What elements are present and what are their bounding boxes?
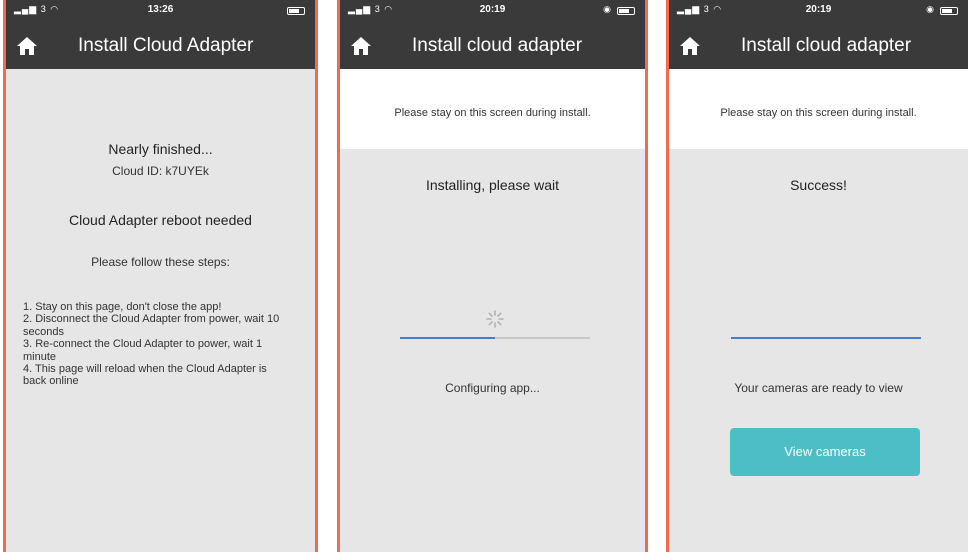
notice-bar: Please stay on this screen during instal… <box>340 69 645 149</box>
status-bar: ▂▄▆ 3 ◠ 13:26 <box>6 0 315 23</box>
battery-icon <box>940 7 958 15</box>
progress-fill <box>731 337 921 339</box>
status-time: 20:19 <box>479 4 506 15</box>
nearly-finished-heading: Nearly finished... <box>108 141 213 157</box>
step-item: 2. Disconnect the Cloud Adapter from pow… <box>23 313 280 338</box>
install-progress-bar <box>731 337 921 339</box>
configuring-status: Configuring app... <box>445 381 540 395</box>
phone-screen-installing: ▂▄▆ 3 ◠ 20:19 ◉ Install cloud adapter Pl… <box>337 0 648 552</box>
battery-icon <box>287 7 305 15</box>
progress-fill <box>400 337 495 339</box>
loading-spinner-icon <box>486 310 504 328</box>
status-bar: ▂▄▆ 3 ◠ 20:19 ◉ <box>340 0 645 23</box>
page-title: Install Cloud Adapter <box>78 35 254 56</box>
follow-steps-label: Please follow these steps: <box>91 255 230 269</box>
reboot-needed-heading: Cloud Adapter reboot needed <box>69 212 252 228</box>
orientation-lock-icon: ◉ <box>603 4 611 14</box>
stay-on-screen-notice: Please stay on this screen during instal… <box>720 107 917 119</box>
view-cameras-button[interactable]: View cameras <box>730 428 920 476</box>
nav-bar: Install cloud adapter <box>340 23 645 69</box>
home-icon[interactable] <box>350 36 372 56</box>
notice-bar: Please stay on this screen during instal… <box>669 69 968 149</box>
battery-icon <box>617 7 635 15</box>
cameras-ready-text: Your cameras are ready to view <box>734 381 903 395</box>
step-item: 3. Re-connect the Cloud Adapter to power… <box>23 338 263 363</box>
step-item: 1. Stay on this page, don't close the ap… <box>23 301 222 313</box>
orientation-lock-icon: ◉ <box>926 4 934 14</box>
page-title: Install cloud adapter <box>412 35 583 56</box>
page-title: Install cloud adapter <box>741 35 912 56</box>
installing-heading: Installing, please wait <box>425 177 560 193</box>
phone-screen-reboot: ▂▄▆ 3 ◠ 13:26 Install Cloud Adapter Near… <box>3 0 318 552</box>
success-heading: Success! <box>790 177 847 193</box>
nav-bar: Install cloud adapter <box>669 23 968 69</box>
reboot-steps-list: 1. Stay on this page, don't close the ap… <box>23 301 293 388</box>
status-bar: ▂▄▆ 3 ◠ 20:19 ◉ <box>669 0 968 23</box>
home-icon[interactable] <box>16 36 38 56</box>
step-item: 4. This page will reload when the Cloud … <box>23 363 267 388</box>
stay-on-screen-notice: Please stay on this screen during instal… <box>394 107 591 119</box>
install-progress-bar <box>400 337 590 339</box>
cloud-id-label: Cloud ID: k7UYEk <box>112 164 209 178</box>
phone-screen-success: ▂▄▆ 3 ◠ 20:19 ◉ Install cloud adapter Pl… <box>666 0 968 552</box>
nav-bar: Install Cloud Adapter <box>6 23 315 69</box>
status-time: 20:19 <box>805 4 832 15</box>
status-time: 13:26 <box>147 4 174 15</box>
home-icon[interactable] <box>679 36 701 56</box>
